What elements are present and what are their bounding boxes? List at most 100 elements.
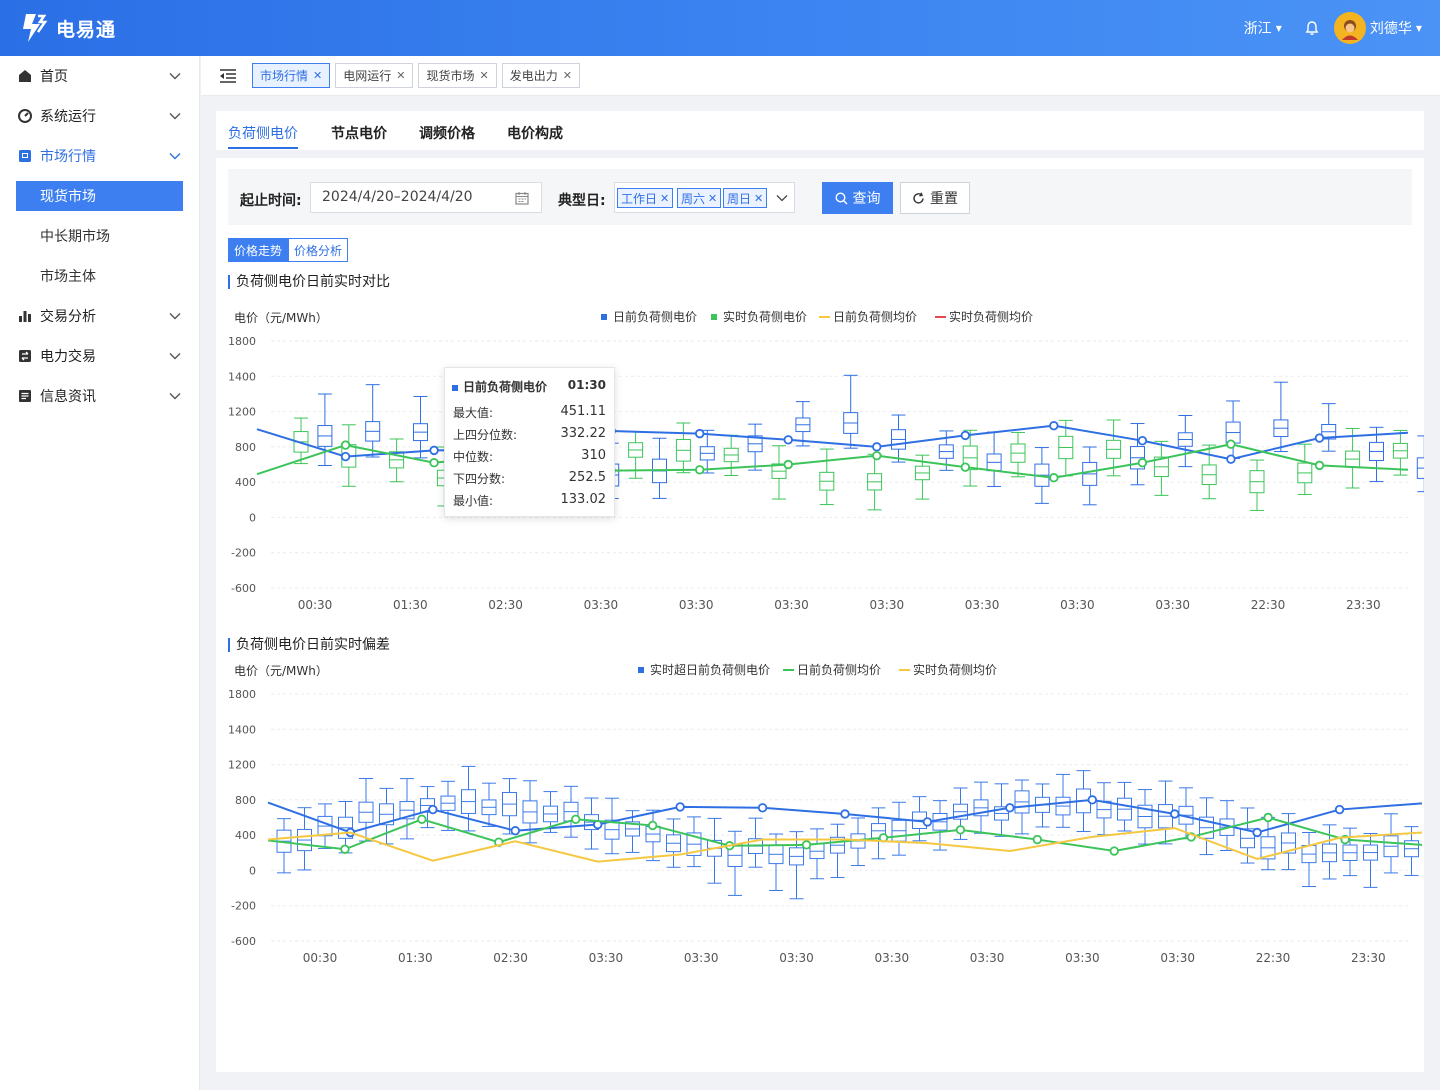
toggle-price-analysis[interactable]: 价格分析 (288, 238, 349, 262)
sidebar-subitem-market-entity[interactable]: 市场主体 (0, 256, 199, 296)
boxplot (666, 818, 681, 868)
series-point (694, 428, 705, 439)
legend-item: 日前负荷侧均价 (819, 309, 917, 324)
sidebar-item-news[interactable]: 信息资讯 (0, 376, 199, 416)
sidebar-item-label: 首页 (40, 69, 68, 85)
series-point (429, 458, 439, 468)
x-tick-label: 03:30 (1155, 598, 1190, 612)
date-range-input[interactable]: 2024/4/20–2024/4/20 (310, 182, 542, 213)
sidebar-item-trade-analysis[interactable]: 交易分析 (0, 296, 199, 336)
filter-bar: 起止时间: 2024/4/20–2024/4/20 典型日: 工作日 ✕ 周六 ✕ … (228, 169, 1412, 225)
boxplot (891, 414, 906, 463)
y-tick-label: 800 (235, 441, 256, 454)
page-tag-spot[interactable]: 现货市场 ✕ (418, 63, 497, 88)
tab-frequency-price[interactable]: 调频价格 (419, 123, 475, 143)
sidebar-item-market[interactable]: 市场行情 (0, 136, 199, 176)
tooltip-label: 最大值: (453, 406, 494, 420)
page-tag-grid[interactable]: 电网运行 ✕ (335, 63, 414, 88)
page-tag-generation[interactable]: 发电出力 ✕ (501, 63, 580, 88)
boxplot (1082, 446, 1098, 506)
close-icon[interactable]: ✕ (708, 192, 717, 205)
sidebar-item-system[interactable]: 系统运行 (0, 96, 199, 136)
boxplot (891, 801, 907, 856)
chart1-title: 负荷侧电价日前实时对比 (228, 275, 390, 289)
boxplot (1297, 443, 1313, 495)
boxplot (502, 778, 517, 835)
boxplot (1249, 459, 1265, 511)
legend-label: 实时超日前负荷侧电价 (650, 662, 770, 677)
series-point (840, 809, 850, 819)
tab-node-price[interactable]: 节点电价 (331, 123, 387, 143)
bell-icon[interactable] (1304, 20, 1320, 36)
reset-button[interactable]: 重置 (900, 182, 970, 214)
refresh-icon (913, 192, 924, 204)
region-select[interactable]: 浙江 ▼ (1244, 18, 1282, 38)
query-button[interactable]: 查询 (822, 182, 893, 214)
close-icon[interactable]: ✕ (660, 192, 669, 205)
close-icon[interactable]: ✕ (563, 69, 572, 82)
page-tag-market[interactable]: 市场行情 ✕ (252, 63, 331, 88)
app-logo[interactable]: 电易通 (18, 10, 116, 46)
tooltip-label: 最小值: (453, 494, 494, 508)
sidebar-item-power-trade[interactable]: 电力交易 (0, 336, 199, 376)
series-point (1226, 439, 1236, 449)
price-tabs: 负荷侧电价 节点电价 调频价格 电价构成 (216, 111, 1424, 150)
sidebar-item-label: 电力交易 (40, 349, 96, 365)
boxplot (1225, 400, 1241, 459)
x-tick-label: 03:30 (684, 951, 719, 965)
chart-dayahead-vs-realtime: 电价（元/MWh） 日前负荷侧电价 实时负荷侧电价 日前负荷侧均价 实时负荷侧均价 180… (216, 298, 1432, 613)
boxplot (771, 445, 787, 500)
chevron-down-icon (169, 73, 181, 80)
chevron-down-icon (169, 353, 181, 360)
sidebar-item-label: 交易分析 (40, 309, 96, 325)
series-point (955, 825, 966, 835)
close-icon[interactable]: ✕ (754, 192, 763, 205)
boxplot (723, 434, 739, 476)
boxplot (819, 448, 835, 506)
x-tick-label: 22:30 (1251, 598, 1286, 612)
series-point (1226, 454, 1236, 464)
legend-label: 实时负荷侧均价 (949, 309, 1033, 324)
typical-day-label: 典型日: (558, 193, 606, 209)
boxplot (1153, 440, 1169, 496)
sidebar-subitem-long-term-market[interactable]: 中长期市场 (0, 216, 199, 256)
day-chip-workday[interactable]: 工作日 ✕ (617, 188, 674, 208)
tooltip-time: 01:30 (567, 378, 606, 392)
x-tick-label: 03:30 (584, 598, 619, 612)
close-icon[interactable]: ✕ (396, 69, 405, 82)
user-name: 刘德华 (1369, 21, 1412, 37)
y-tick-label: -200 (231, 900, 256, 913)
x-tick-label: 03:30 (1060, 598, 1095, 612)
close-icon[interactable]: ✕ (479, 69, 488, 82)
boxplot (867, 453, 883, 511)
typical-day-select[interactable]: 工作日 ✕ 周六 ✕ 周日 ✕ (614, 182, 795, 213)
chip-label: 周六 (681, 191, 706, 206)
legend-swatch (601, 314, 607, 320)
sidebar-item-label: 系统运行 (40, 109, 96, 125)
close-icon[interactable]: ✕ (313, 69, 322, 82)
series-point (1314, 460, 1325, 471)
toggle-price-trend[interactable]: 价格走势 (228, 238, 289, 262)
caret-down-icon: ▼ (1415, 23, 1422, 33)
y-tick-label: 1200 (228, 759, 256, 772)
tab-price-composition[interactable]: 电价构成 (507, 123, 563, 143)
boxplot (1321, 403, 1337, 452)
sidebar-item-label: 市场行情 (40, 149, 96, 165)
chart-svg: 电价（元/MWh） 日前负荷侧电价 实时负荷侧电价 日前负荷侧均价 实时负荷侧均价 180… (228, 309, 1432, 612)
day-chip-sunday[interactable]: 周日 ✕ (723, 188, 768, 208)
series-point (783, 459, 793, 470)
sidebar-item-home[interactable]: 首页 (0, 56, 199, 96)
x-tick-label: 03:30 (965, 598, 1000, 612)
boxplot (1260, 816, 1276, 871)
tooltip-row-max: 最大值: 451.11 (453, 404, 606, 421)
series-point (647, 820, 658, 831)
user-menu[interactable]: 刘德华 ▼ (1333, 12, 1422, 44)
collapse-menu-icon[interactable] (219, 68, 237, 84)
day-chip-saturday[interactable]: 周六 ✕ (677, 188, 722, 208)
tab-load-side-price[interactable]: 负荷侧电价 (228, 123, 298, 143)
legend-item: 日前负荷侧均价 (783, 662, 881, 677)
sidebar-subitem-spot-market[interactable]: 现货市场 (16, 181, 183, 211)
x-tick-label: 03:30 (779, 951, 814, 965)
series-point (1137, 458, 1148, 468)
x-tick-label: 23:30 (1346, 598, 1381, 612)
